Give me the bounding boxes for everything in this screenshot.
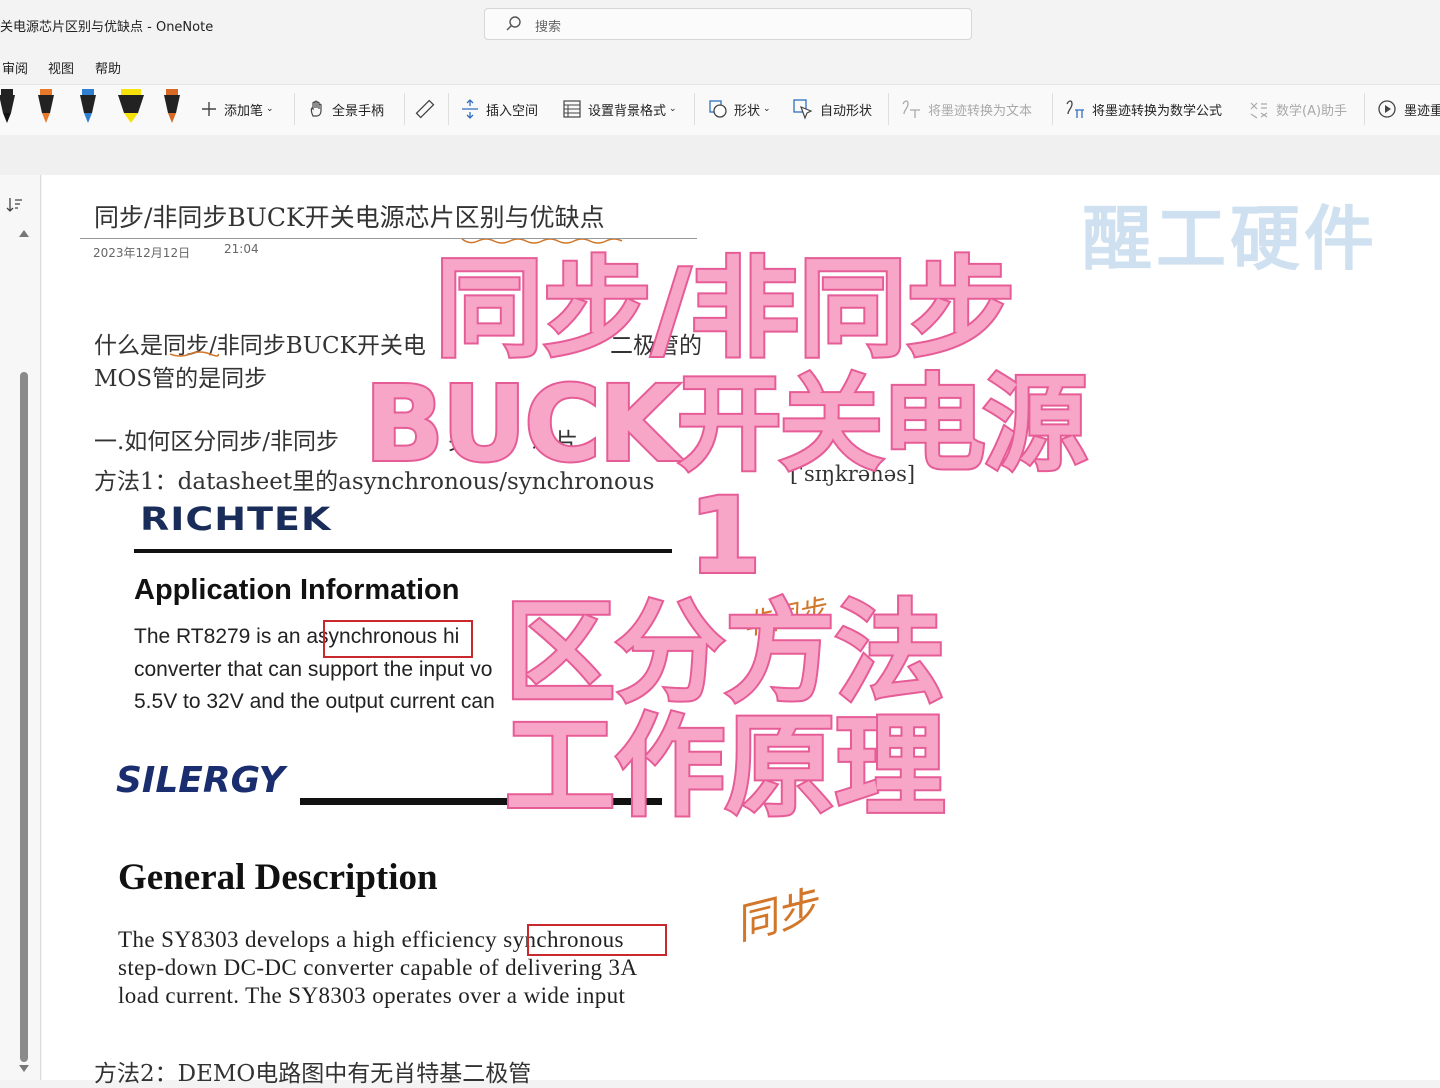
ink-to-text-button[interactable]: 将墨迹转换为文本	[900, 97, 1032, 121]
silergy-line-2: step-down DC-DC converter capable of del…	[118, 955, 638, 980]
add-pen-button[interactable]: 添加笔 ⌄	[200, 97, 274, 121]
richtek-logo: RICHTEK	[140, 500, 332, 538]
auto-shapes-button[interactable]: 自动形状	[792, 97, 872, 121]
pen-dark-orange-icon[interactable]	[159, 87, 185, 127]
ink-underline	[169, 351, 220, 357]
method-2[interactable]: 方法2：DEMO电路图中有无肖特基二极管	[94, 1054, 531, 1088]
search-box[interactable]: 搜索	[484, 8, 972, 40]
menu-view[interactable]: 视图	[48, 58, 74, 77]
overlay-line-3: 1	[687, 475, 763, 597]
sort-icon[interactable]	[6, 196, 24, 214]
chevron-down-icon: ⌄	[266, 104, 274, 114]
overlay-line-2: BUCK开关电源	[363, 363, 1090, 485]
math-assistant-icon	[1250, 102, 1268, 119]
separator	[294, 93, 295, 125]
note-line-2[interactable]: MOS管的是同步	[94, 359, 267, 393]
menu-help[interactable]: 帮助	[95, 58, 121, 77]
scroll-up-icon[interactable]	[18, 228, 30, 238]
watermark: 醒工硬件	[1082, 198, 1378, 280]
highlighter-yellow-icon[interactable]	[115, 87, 147, 127]
background-label: 设置背景格式	[588, 103, 667, 119]
auto-shapes-icon	[793, 99, 813, 120]
separator	[1364, 93, 1365, 125]
silergy-line-3: load current. The SY8303 operates over a…	[118, 983, 626, 1008]
add-pen-label: 添加笔	[224, 103, 264, 119]
overlay-line-1: 同步/非同步	[433, 247, 1016, 372]
separator	[888, 93, 889, 125]
separator	[404, 93, 405, 125]
separator	[694, 93, 695, 125]
title-bar: 关电源芯片区别与优缺点 - OneNote 搜索	[0, 0, 1440, 48]
search-placeholder: 搜索	[535, 20, 562, 35]
shapes-icon	[709, 100, 727, 118]
auto-shapes-label: 自动形状	[820, 103, 873, 119]
search-icon	[506, 16, 521, 31]
pen-black-icon[interactable]	[0, 87, 20, 127]
page-time: 21:04	[224, 242, 259, 256]
overlay-line-5: 工作原理	[503, 703, 947, 831]
separator	[1052, 93, 1053, 125]
math-assistant-button[interactable]: 数学(A)助手	[1248, 97, 1347, 121]
ink-to-math-button[interactable]: 将墨迹转换为数学公式	[1064, 97, 1222, 121]
silergy-heading: General Description	[118, 857, 438, 898]
pen-orange-icon[interactable]	[33, 87, 59, 127]
page-title[interactable]: 同步/非同步BUCK开关电源芯片区别与优缺点	[94, 198, 605, 234]
menu-review[interactable]: 审阅	[2, 58, 28, 77]
ruler-button[interactable]	[414, 97, 442, 121]
vertical-scrollbar[interactable]	[20, 372, 28, 1062]
ink-replay-button[interactable]: 墨迹重	[1376, 97, 1440, 121]
math-assistant-label: 数学(A)助手	[1276, 103, 1348, 119]
page-date: 2023年12月12日	[93, 246, 191, 260]
full-hand-button[interactable]: 全景手柄	[308, 97, 384, 121]
window-title: 关电源芯片区别与优缺点 - OneNote	[0, 20, 214, 35]
title-underline	[80, 238, 697, 239]
section-heading-1[interactable]: 一.如何区分同步/非同步	[94, 422, 339, 456]
ink-replay-label: 墨迹重	[1404, 103, 1440, 119]
insert-space-icon	[462, 99, 478, 119]
replay-icon	[1378, 100, 1396, 118]
pen-blue-icon[interactable]	[75, 87, 101, 127]
chevron-down-icon: ⌄	[669, 104, 677, 114]
ribbon-gap	[0, 135, 1440, 175]
insert-space-label: 插入空间	[486, 103, 539, 119]
ink-to-text-label: 将墨迹转换为文本	[928, 103, 1033, 119]
ink-to-math-label: 将墨迹转换为数学公式	[1092, 103, 1223, 119]
ink-to-text-icon	[902, 100, 920, 118]
hand-icon	[310, 100, 322, 117]
ruler-icon	[415, 99, 435, 119]
plus-icon	[202, 102, 216, 116]
shapes-button[interactable]: 形状 ⌄	[708, 97, 771, 121]
chevron-down-icon: ⌄	[763, 104, 771, 114]
draw-ribbon: 添加笔 ⌄ 全景手柄 插入空间 设置背景格式 ⌄ 形状 ⌄ 自动形状 将墨迹转换为文本…	[0, 84, 1440, 136]
shapes-label: 形状	[734, 103, 761, 119]
full-hand-label: 全景手柄	[332, 103, 385, 119]
scroll-down-icon[interactable]	[18, 1064, 30, 1074]
synchronous-highlight-box	[527, 924, 667, 956]
silergy-logo: SILERGY	[116, 760, 285, 801]
background-icon	[563, 100, 581, 118]
background-format-button[interactable]: 设置背景格式 ⌄	[562, 97, 677, 121]
insert-space-button[interactable]: 插入空间	[460, 97, 538, 121]
ink-to-math-icon	[1066, 100, 1084, 118]
menu-bar: 审阅 视图 帮助	[0, 50, 1440, 82]
overlay-line-4: 区分方法	[503, 589, 947, 717]
separator	[448, 93, 449, 125]
